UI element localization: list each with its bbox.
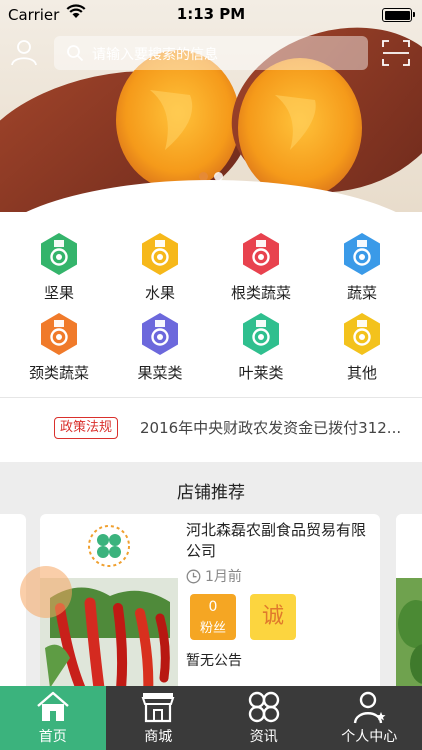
news-icon: [248, 691, 279, 723]
medal-icon: [344, 233, 380, 275]
store-icon: [141, 693, 175, 723]
battery-icon: [382, 8, 415, 22]
news-ticker[interactable]: 政策法规 2016年中央财政农发资金已拨付312...: [0, 398, 422, 458]
category-label: 叶莱类: [238, 364, 284, 382]
tab-home[interactable]: 首页: [0, 686, 106, 750]
category-fruit[interactable]: 水果: [110, 226, 210, 304]
fans-badge: 0 粉丝: [190, 594, 236, 640]
tab-label: 首页: [38, 729, 67, 745]
fans-label: 粉丝: [199, 621, 226, 636]
medal-icon: [41, 313, 77, 355]
medal-icon: [344, 313, 380, 355]
tab-news[interactable]: 资讯: [211, 686, 317, 750]
category-fruit-vegetables[interactable]: 果菜类: [110, 306, 210, 384]
category-leafy-vegetables[interactable]: 叶莱类: [211, 306, 311, 384]
status-bar: Carrier 1:13 PM: [0, 0, 422, 30]
tab-bar: 首页 商城 资讯 个人中心: [0, 686, 422, 750]
clock-icon: [186, 569, 201, 584]
shop-notice: 暂无公告: [186, 653, 242, 669]
shop-card[interactable]: 河北森磊农副食品贸易有限公司 1月前 0 粉丝 诚 暂无公告: [40, 514, 380, 686]
hero-banner[interactable]: [0, 0, 422, 212]
category-label: 其他: [346, 364, 377, 382]
medal-icon: [142, 313, 178, 355]
floating-action-button[interactable]: [20, 566, 72, 618]
category-label: 坚果: [43, 284, 74, 302]
scan-icon[interactable]: [382, 40, 410, 66]
shop-name[interactable]: 河北森磊农副食品贸易有限公司: [186, 520, 374, 562]
tab-label: 商城: [144, 729, 173, 745]
category-grid: 坚果 水果 根类蔬菜 蔬菜 颈类蔬菜 果菜类 叶莱类 其他: [0, 222, 422, 388]
category-nuts[interactable]: 坚果: [9, 226, 109, 304]
search-input[interactable]: 请输入要搜索的信息: [92, 44, 218, 64]
profile-icon: [354, 691, 386, 724]
category-root-vegetables[interactable]: 根类蔬菜: [211, 226, 311, 304]
news-category-badge: 政策法规: [54, 417, 119, 439]
clock: 1:13 PM: [176, 5, 246, 23]
medal-icon: [243, 313, 279, 355]
tab-store[interactable]: 商城: [106, 686, 212, 750]
integrity-badge: 诚: [250, 594, 296, 640]
medal-icon: [41, 233, 77, 275]
shop-photo: [396, 514, 422, 686]
search-icon: [67, 45, 84, 62]
section-title: 店铺推荐: [177, 483, 245, 503]
category-other[interactable]: 其他: [312, 306, 412, 384]
tab-label: 资讯: [249, 729, 278, 745]
home-icon: [36, 691, 69, 721]
shop-card-next[interactable]: [396, 514, 422, 686]
fans-count: 0: [208, 599, 218, 615]
tab-label: 个人中心: [341, 729, 398, 745]
tab-profile[interactable]: 个人中心: [317, 686, 422, 750]
category-label: 蔬菜: [346, 284, 377, 302]
search-bar[interactable]: 请输入要搜索的信息: [54, 36, 368, 70]
category-stem-vegetables[interactable]: 颈类蔬菜: [9, 306, 109, 384]
shop-logo: [88, 525, 130, 567]
medal-icon: [142, 233, 178, 275]
category-label: 水果: [144, 284, 175, 302]
user-icon[interactable]: [10, 38, 38, 66]
category-label: 果菜类: [137, 364, 183, 382]
news-headline[interactable]: 2016年中央财政农发资金已拨付312...: [140, 417, 420, 438]
shop-time: 1月前: [186, 566, 242, 586]
category-label: 颈类蔬菜: [28, 364, 89, 382]
shop-time-text: 1月前: [205, 569, 242, 585]
medal-icon: [243, 233, 279, 275]
category-label: 根类蔬菜: [230, 284, 291, 302]
category-vegetables[interactable]: 蔬菜: [312, 226, 412, 304]
